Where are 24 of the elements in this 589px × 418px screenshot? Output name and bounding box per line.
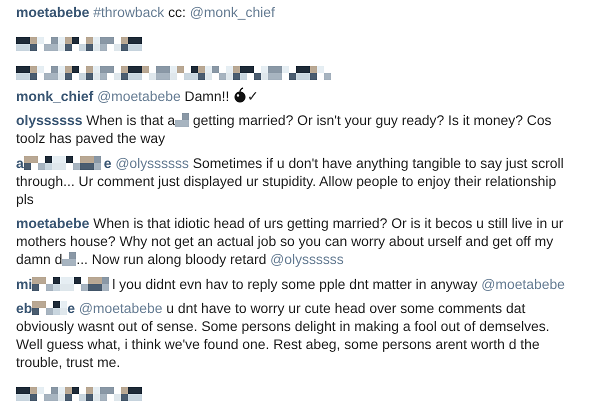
username-link[interactable]: olyssssss bbox=[16, 112, 82, 128]
username-link[interactable]: mi bbox=[16, 276, 112, 292]
username-link[interactable]: a e bbox=[16, 154, 112, 170]
username-link[interactable]: monk_chief bbox=[16, 88, 94, 104]
mention-link[interactable]: @olyssssss bbox=[115, 154, 189, 170]
comment-text: moetabebe #throwback cc: @monk_chief bbox=[16, 3, 276, 21]
comment-text: mi l you didnt evn hav to reply some pple dnt matter in anyway @moetabebe bbox=[16, 274, 566, 292]
mention-link[interactable]: @olyssssss bbox=[270, 251, 344, 267]
mention-link[interactable]: @moetabebe bbox=[97, 88, 181, 104]
bomb-icon bbox=[233, 86, 248, 102]
username-link[interactable]: moetabebe bbox=[16, 215, 90, 231]
mention-link[interactable]: @moetabebe bbox=[78, 300, 162, 316]
pixelated-redaction bbox=[175, 113, 190, 127]
comment-text: moetabebe When is that idiotic head of urs getting married? Or is it becos u still live in ur mothers house? Why not get an actual job so you can worry about urself and get off my damn d ... Now run along bloody retard @olyssssss bbox=[16, 214, 564, 268]
username-link[interactable]: moetabebe bbox=[16, 4, 90, 20]
pixelated-redaction bbox=[62, 252, 76, 266]
comment-text: olyssssss When is that a getting married? Or isn't your guy ready? Is it money? Cos toolz has paved the way bbox=[16, 111, 553, 147]
username-link[interactable]: eb e bbox=[16, 300, 75, 316]
comment-text: monk_chief @moetabebe Damn!! ✓ bbox=[16, 86, 260, 104]
mention-link[interactable]: @moetabebe bbox=[481, 276, 565, 292]
mention-link[interactable]: #throwback bbox=[93, 4, 164, 20]
comment-text: eb e @moetabebe u dnt have to worry ur cute head over some comments dat obviously wasnt out of sense. Some persons delight in making a fool out of demselves. Well guess what, i think we've found one. Rest abeg, some persons arent worth d the trouble, trust me. bbox=[16, 299, 551, 371]
comment-text: a e @olyssssss Sometimes if u don't have anything tangible to say just scroll through... Ur comment just displayed ur stupidity. Allow people to enjoy their relationship pls bbox=[16, 154, 565, 208]
mention-link[interactable]: @monk_chief bbox=[190, 4, 275, 20]
